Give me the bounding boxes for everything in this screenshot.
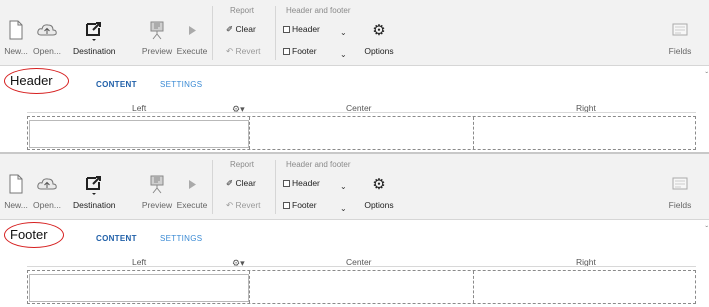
revert-icon: ↶: [226, 46, 234, 56]
ribbon-toolbar: New... Open... Destination Preview Execu…: [0, 154, 709, 220]
report-group-title: Report: [230, 6, 255, 15]
new-button[interactable]: New...: [4, 174, 28, 210]
annotation-circle: [4, 68, 69, 94]
panel-edge-marker: ˇ: [705, 225, 708, 234]
open-button[interactable]: Open...: [32, 174, 62, 210]
revert-button[interactable]: ↶ Revert: [226, 200, 261, 211]
new-document-icon: [4, 174, 28, 196]
ribbon-separator: [275, 6, 276, 60]
projector-icon: [141, 20, 173, 42]
play-icon: [176, 20, 208, 42]
panel-edge-marker: ˇ: [705, 71, 708, 80]
projector-icon: [141, 174, 173, 196]
options-button[interactable]: ⚙ Options: [361, 20, 397, 56]
content-zones: [27, 116, 696, 150]
tab-settings[interactable]: SETTINGS: [160, 80, 202, 89]
header-footer-group-title: Header and footer: [286, 6, 351, 15]
ribbon-separator: [212, 6, 213, 60]
options-button[interactable]: ⚙ Options: [361, 174, 397, 210]
new-button[interactable]: New...: [4, 20, 28, 56]
checkbox-box: [283, 202, 290, 209]
destination-icon: [73, 20, 115, 42]
tab-settings[interactable]: SETTINGS: [160, 234, 202, 243]
new-document-icon: [4, 20, 28, 42]
broom-icon: ✐: [226, 24, 234, 34]
center-zone[interactable]: [250, 271, 474, 303]
execute-button[interactable]: Execute: [176, 20, 208, 56]
fields-icon: [664, 20, 696, 42]
header-checkbox[interactable]: Header: [283, 24, 320, 34]
center-zone[interactable]: [250, 117, 474, 149]
checkbox-box: [283, 180, 290, 187]
cloud-open-icon: [32, 20, 62, 42]
cloud-open-icon: [32, 174, 62, 196]
dropdown-arrow-icon: ⌄: [340, 182, 347, 191]
checkbox-box: [283, 48, 290, 55]
footer-checkbox[interactable]: Footer: [283, 200, 317, 210]
revert-icon: ↶: [226, 200, 234, 210]
footer-checkbox[interactable]: Footer: [283, 46, 317, 56]
fields-button[interactable]: Fields: [664, 20, 696, 56]
preview-button[interactable]: Preview: [141, 174, 173, 210]
content-zones: [27, 270, 696, 304]
preview-button[interactable]: Preview: [141, 20, 173, 56]
header-dropdown[interactable]: ⌄: [340, 28, 347, 37]
open-button[interactable]: Open...: [32, 20, 62, 56]
gear-icon: ⚙: [372, 22, 386, 39]
footer-dropdown[interactable]: ⌄: [340, 50, 347, 59]
left-zone[interactable]: [28, 117, 250, 149]
column-gear-icon[interactable]: ⚙▾: [232, 104, 245, 115]
section-editor: Header CONTENT SETTINGS ˇ Left ⚙▾ Center…: [0, 67, 709, 153]
footer-dropdown[interactable]: ⌄: [340, 204, 347, 213]
header-footer-group-title: Header and footer: [286, 160, 351, 169]
annotation-circle: [4, 222, 64, 248]
dropdown-arrow-icon: ⌄: [340, 204, 347, 213]
ribbon-separator: [212, 160, 213, 214]
header-dropdown[interactable]: ⌄: [340, 182, 347, 191]
ribbon-toolbar: New... Open... Destination Preview Execu…: [0, 0, 709, 66]
play-icon: [176, 174, 208, 196]
destination-icon: [73, 174, 115, 196]
column-header-rule: [27, 112, 696, 113]
section-editor: Footer CONTENT SETTINGS ˇ Left ⚙▾ Center…: [0, 221, 709, 307]
right-zone[interactable]: [474, 271, 697, 303]
destination-button[interactable]: Destination: [73, 20, 116, 56]
footer-editor-panel: New... Open... Destination Preview Execu…: [0, 154, 709, 307]
right-zone[interactable]: [474, 117, 697, 149]
clear-button[interactable]: ✐ Clear: [226, 24, 256, 35]
execute-button[interactable]: Execute: [176, 174, 208, 210]
clear-button[interactable]: ✐ Clear: [226, 178, 256, 189]
gear-icon: ⚙: [372, 176, 386, 193]
fields-button[interactable]: Fields: [664, 174, 696, 210]
header-checkbox[interactable]: Header: [283, 178, 320, 188]
dropdown-arrow-icon: ⌄: [340, 50, 347, 59]
checkbox-box: [283, 26, 290, 33]
destination-button[interactable]: Destination: [73, 174, 116, 210]
broom-icon: ✐: [226, 178, 234, 188]
fields-icon: [664, 174, 696, 196]
left-zone-editor[interactable]: [29, 120, 249, 148]
dropdown-arrow-icon: ⌄: [340, 28, 347, 37]
header-editor-panel: New... Open... Destination Preview Execu…: [0, 0, 709, 153]
tab-content[interactable]: CONTENT: [96, 80, 137, 89]
left-zone[interactable]: [28, 271, 250, 303]
ribbon-separator: [275, 160, 276, 214]
column-header-rule: [27, 266, 696, 267]
revert-button[interactable]: ↶ Revert: [226, 46, 261, 57]
report-group-title: Report: [230, 160, 255, 169]
tab-content[interactable]: CONTENT: [96, 234, 137, 243]
column-gear-icon[interactable]: ⚙▾: [232, 258, 245, 269]
left-zone-editor[interactable]: [29, 274, 249, 302]
